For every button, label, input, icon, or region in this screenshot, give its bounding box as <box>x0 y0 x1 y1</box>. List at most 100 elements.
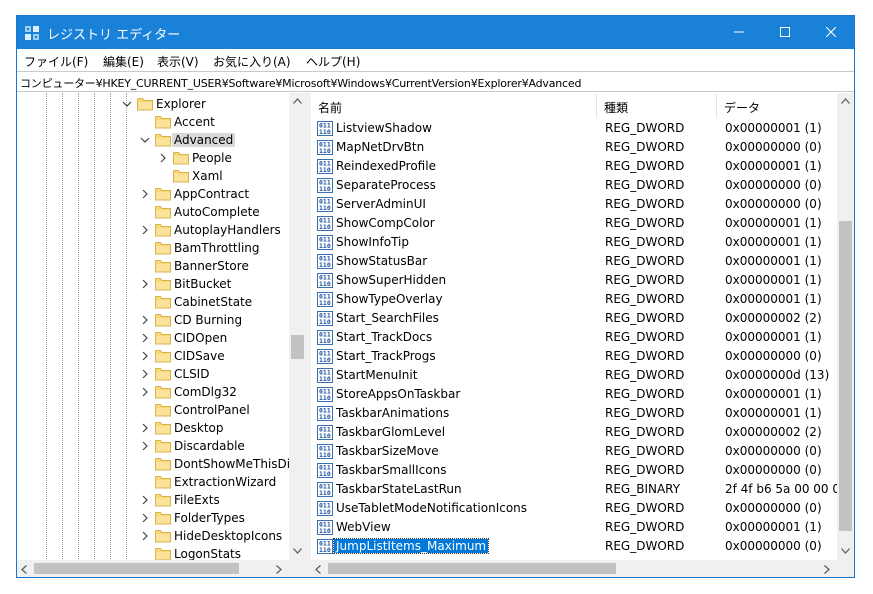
tree-item[interactable]: BannerStore <box>17 257 289 275</box>
chevron-right-icon[interactable] <box>140 225 150 235</box>
column-header-data[interactable]: データ <box>717 93 838 118</box>
tree-item[interactable]: People <box>17 149 289 167</box>
chevron-right-icon[interactable] <box>140 441 150 451</box>
tree-item[interactable]: BitBucket <box>17 275 289 293</box>
table-row[interactable]: 011 110 Start_SearchFiles REG_DWORD 0x000000… <box>311 309 838 328</box>
address-path[interactable]: コンピューター¥HKEY_CURRENT_USER¥Software¥Micro… <box>20 75 581 91</box>
menu-edit[interactable]: 編集(E) <box>103 53 144 70</box>
tree-item[interactable]: AutoplayHandlers <box>17 221 289 239</box>
tree-item[interactable]: BamThrottling <box>17 239 289 257</box>
key-tree-pane[interactable]: Explorer Accent Advanced People Xaml AppContr… <box>17 93 306 577</box>
list-scroll-left-button[interactable] <box>311 560 328 577</box>
tree-item[interactable]: CD Burning <box>17 311 289 329</box>
menu-file[interactable]: ファイル(F) <box>24 53 88 70</box>
tree-item[interactable]: ComDlg32 <box>17 383 289 401</box>
column-header-type[interactable]: 種類 <box>597 93 717 118</box>
table-row[interactable]: 011 110 ReindexedProfile REG_DWORD 0x0000000… <box>311 157 838 176</box>
table-row[interactable]: 011 110 StoreAppsOnTaskbar REG_DWORD 0x00000… <box>311 385 838 404</box>
minimize-button[interactable] <box>716 16 762 49</box>
table-row[interactable]: 011 110 Start_TrackDocs REG_DWORD 0x00000001… <box>311 328 838 347</box>
list-scroll-up-button[interactable] <box>837 93 854 110</box>
tree-item[interactable]: AutoComplete <box>17 203 289 221</box>
table-row[interactable]: 011 110 TaskbarSizeMove REG_DWORD 0x00000000… <box>311 442 838 461</box>
list-scroll-right-button[interactable] <box>820 560 837 577</box>
tree-item[interactable]: Desktop <box>17 419 289 437</box>
tree-item[interactable]: Xaml <box>17 167 289 185</box>
chevron-right-icon[interactable] <box>140 189 150 199</box>
maximize-button[interactable] <box>762 16 808 49</box>
chevron-right-icon[interactable] <box>140 351 150 361</box>
value-type: REG_DWORD <box>605 273 685 287</box>
list-vertical-scrollbar[interactable] <box>837 93 854 560</box>
folder-icon <box>155 259 171 273</box>
table-row[interactable]: 011 110 TaskbarSmallIcons REG_DWORD 0x000000… <box>311 461 838 480</box>
tree-item-label: LogonStats <box>174 547 242 561</box>
table-row[interactable]: 011 110 JumpListItems_Maximum REG_DWORD 0x00… <box>311 537 838 556</box>
value-type: REG_DWORD <box>605 197 685 211</box>
table-row[interactable]: 011 110 ShowInfoTip REG_DWORD 0x00000001 (1) <box>311 233 838 252</box>
tree-item[interactable]: ExtractionWizard <box>17 473 289 491</box>
tree-scroll-down-button[interactable] <box>289 543 306 560</box>
table-row[interactable]: 011 110 Start_TrackProgs REG_DWORD 0x0000000… <box>311 347 838 366</box>
tree-scroll-up-button[interactable] <box>289 93 306 110</box>
list-vertical-scroll-thumb[interactable] <box>839 220 852 531</box>
menu-favorites[interactable]: お気に入り(A) <box>213 53 291 70</box>
tree-vertical-scrollbar[interactable] <box>289 93 306 560</box>
table-row[interactable]: 011 110 TaskbarStateLastRun REG_BINARY 2f 4f… <box>311 480 838 499</box>
tree-item[interactable]: Explorer <box>17 95 289 113</box>
tree-item[interactable]: CIDSave <box>17 347 289 365</box>
tree-item[interactable]: Advanced <box>17 131 289 149</box>
tree-item[interactable]: CabinetState <box>17 293 289 311</box>
chevron-right-icon[interactable] <box>140 387 150 397</box>
table-row[interactable]: 011 110 MapNetDrvBtn REG_DWORD 0x00000000 (0… <box>311 138 838 157</box>
table-row[interactable]: 011 110 StartMenuInit REG_DWORD 0x0000000d (… <box>311 366 838 385</box>
list-horizontal-scrollbar[interactable] <box>311 560 837 577</box>
values-list-pane[interactable]: 名前 種類 データ 011 110 ListviewShadow REG_DWORD 0… <box>311 93 854 577</box>
tree-scroll-left-button[interactable] <box>17 560 34 577</box>
tree-horizontal-scrollbar[interactable] <box>17 560 289 577</box>
list-horizontal-scroll-thumb[interactable] <box>328 563 616 574</box>
table-row[interactable]: 011 110 ShowCompColor REG_DWORD 0x00000001 (… <box>311 214 838 233</box>
chevron-right-icon[interactable] <box>140 495 150 505</box>
chevron-right-icon[interactable] <box>140 513 150 523</box>
list-scroll-down-button[interactable] <box>837 543 854 560</box>
address-bar[interactable]: コンピューター¥HKEY_CURRENT_USER¥Software¥Micro… <box>17 71 854 92</box>
tree-item[interactable]: Discardable <box>17 437 289 455</box>
chevron-down-icon[interactable] <box>122 99 132 109</box>
table-row[interactable]: 011 110 ShowStatusBar REG_DWORD 0x00000001 (… <box>311 252 838 271</box>
close-button[interactable] <box>808 16 854 49</box>
menu-view[interactable]: 表示(V) <box>157 53 199 70</box>
tree-horizontal-scroll-thumb[interactable] <box>34 563 239 574</box>
table-row[interactable]: 011 110 ShowTypeOverlay REG_DWORD 0x00000001… <box>311 290 838 309</box>
tree-item[interactable]: DontShowMeThisDialo <box>17 455 306 473</box>
column-header-name[interactable]: 名前 <box>311 93 597 118</box>
table-row[interactable]: 011 110 ShowSuperHidden REG_DWORD 0x00000001… <box>311 271 838 290</box>
table-row[interactable]: 011 110 TaskbarGlomLevel REG_DWORD 0x0000000… <box>311 423 838 442</box>
tree-item[interactable]: CLSID <box>17 365 289 383</box>
tree-scroll-right-button[interactable] <box>272 560 289 577</box>
chevron-right-icon[interactable] <box>140 315 150 325</box>
tree-item[interactable]: FolderTypes <box>17 509 289 527</box>
table-row[interactable]: 011 110 UseTabletModeNotificationIcons REG_… <box>311 499 838 518</box>
menu-help[interactable]: ヘルプ(H) <box>306 53 360 70</box>
table-row[interactable]: 011 110 WebView REG_DWORD 0x00000001 (1) <box>311 518 838 537</box>
chevron-right-icon[interactable] <box>140 369 150 379</box>
chevron-right-icon[interactable] <box>140 423 150 433</box>
chevron-right-icon[interactable] <box>140 279 150 289</box>
tree-item[interactable]: FileExts <box>17 491 289 509</box>
chevron-down-icon[interactable] <box>140 135 150 145</box>
tree-item[interactable]: AppContract <box>17 185 289 203</box>
title-bar[interactable]: レジストリ エディター <box>17 16 854 49</box>
chevron-right-icon[interactable] <box>158 153 168 163</box>
table-row[interactable]: 011 110 TaskbarAnimations REG_DWORD 0x000000… <box>311 404 838 423</box>
table-row[interactable]: 011 110 SeparateProcess REG_DWORD 0x00000000… <box>311 176 838 195</box>
chevron-right-icon[interactable] <box>140 531 150 541</box>
tree-item[interactable]: CIDOpen <box>17 329 289 347</box>
table-row[interactable]: 011 110 ListviewShadow REG_DWORD 0x00000001 … <box>311 119 838 138</box>
tree-item[interactable]: HideDesktopIcons <box>17 527 289 545</box>
tree-item[interactable]: ControlPanel <box>17 401 289 419</box>
chevron-right-icon[interactable] <box>140 333 150 343</box>
tree-item[interactable]: Accent <box>17 113 289 131</box>
table-row[interactable]: 011 110 ServerAdminUI REG_DWORD 0x00000000 (… <box>311 195 838 214</box>
tree-vertical-scroll-thumb[interactable] <box>291 334 304 359</box>
